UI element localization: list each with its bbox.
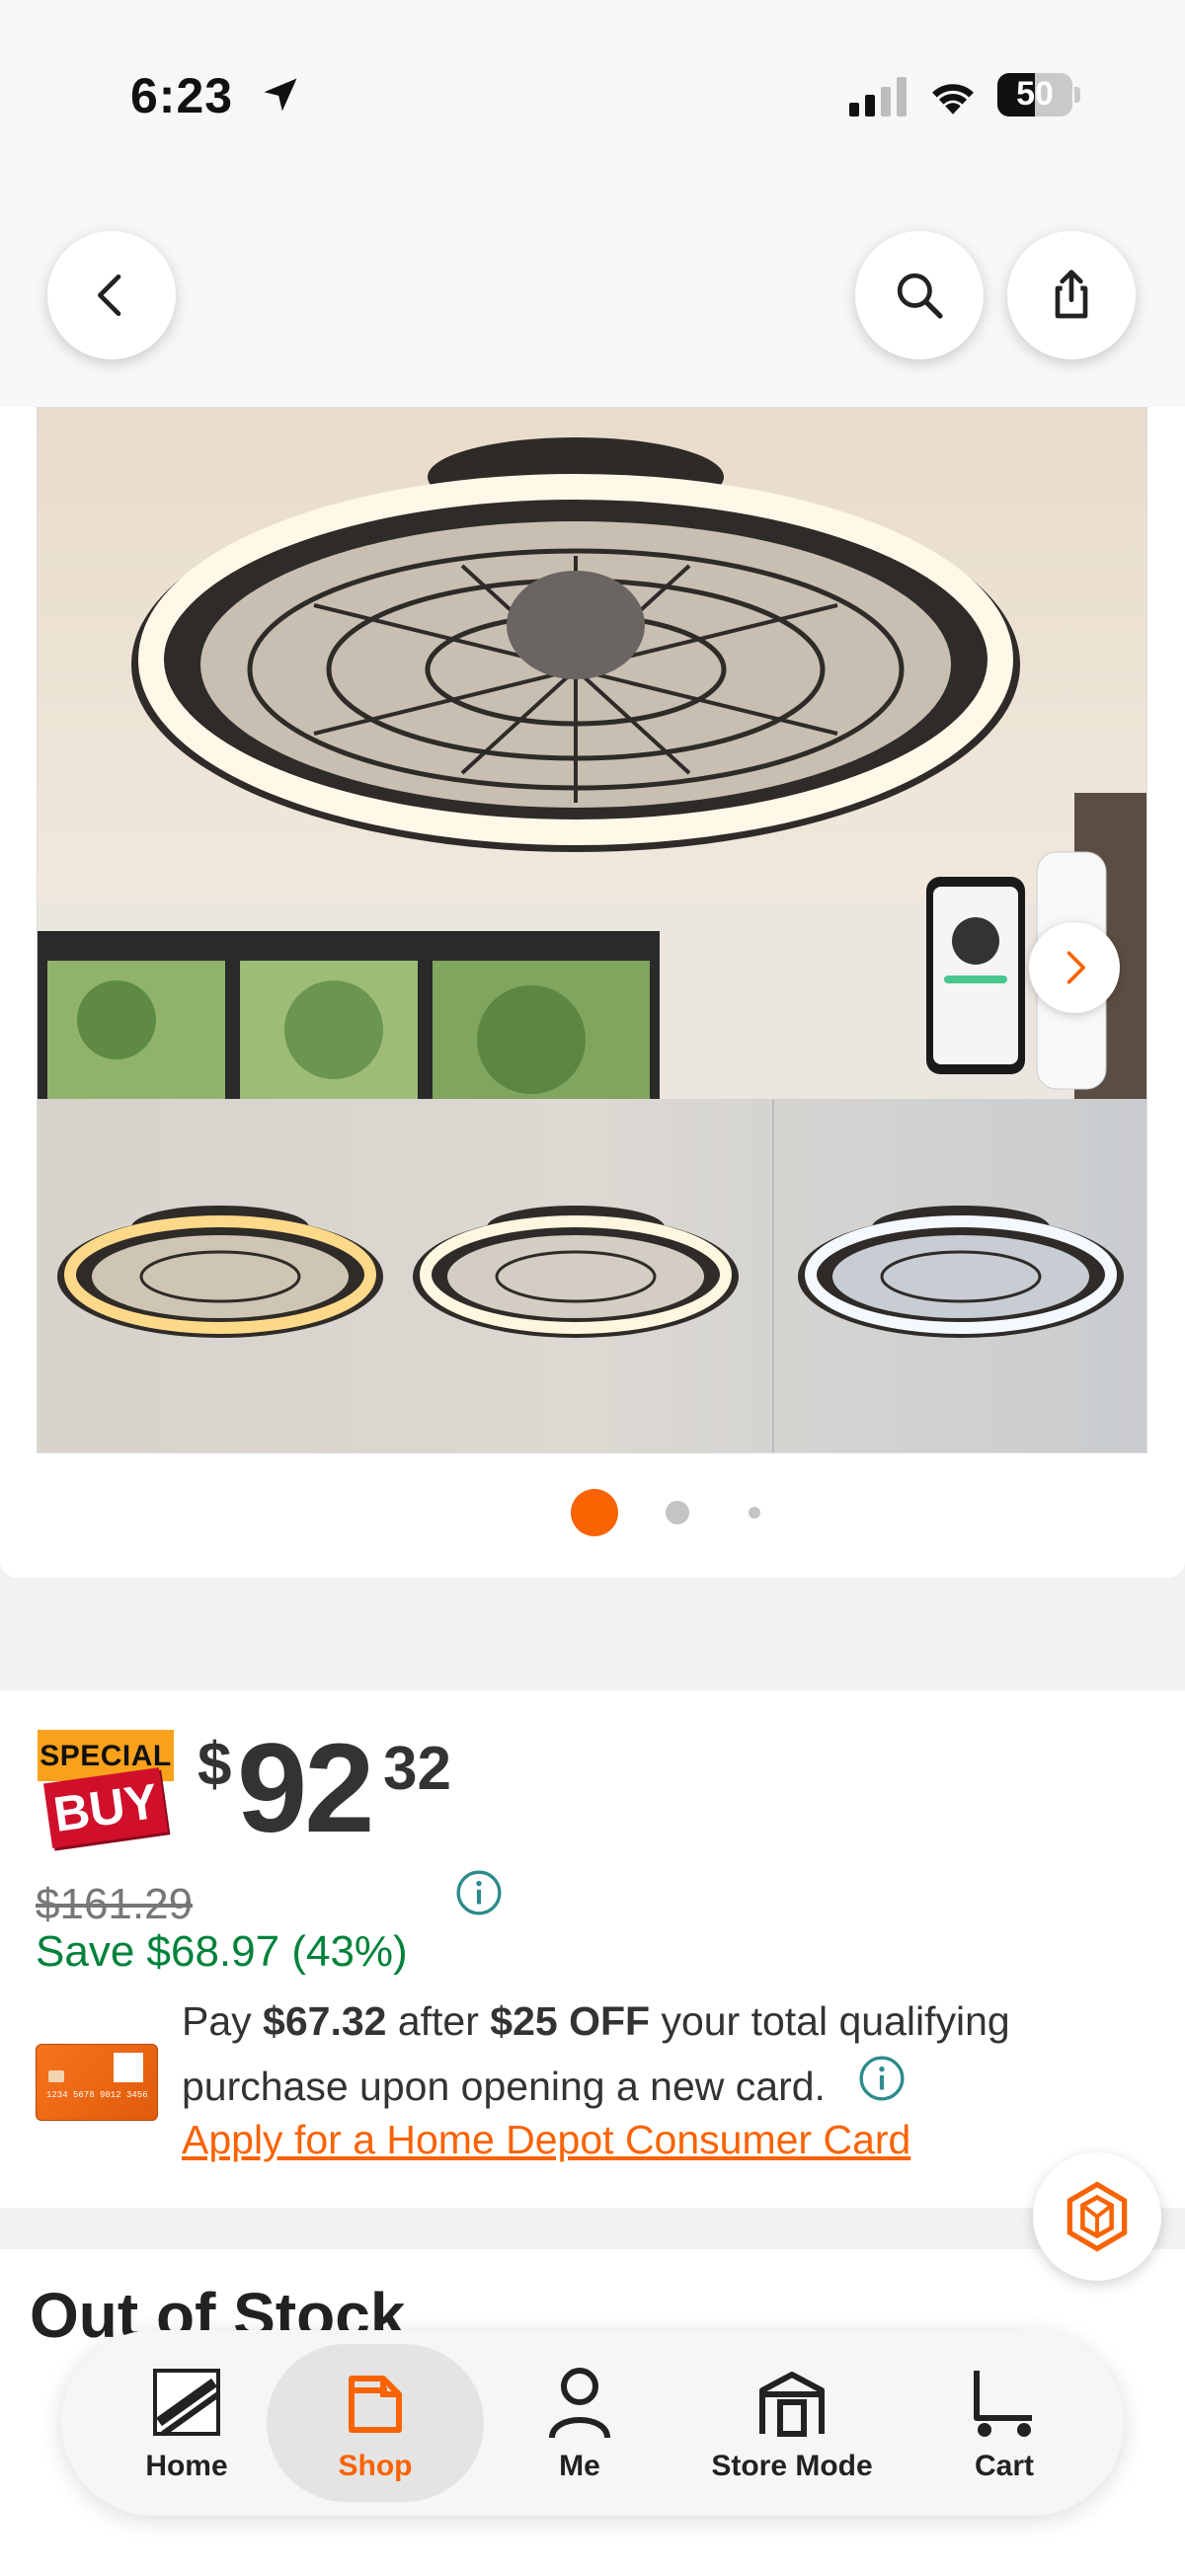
was-price: $161.29: [36, 1880, 194, 1928]
nav-cart[interactable]: Cart: [930, 2330, 1078, 2516]
product-header: [0, 197, 1185, 407]
nav-me[interactable]: Me: [506, 2330, 654, 2516]
image-pagination: [0, 1489, 1185, 1538]
chevron-right-icon: [1066, 951, 1085, 984]
person-icon: [549, 2368, 610, 2439]
shop-icon: [349, 2376, 402, 2433]
savings-text: Save $68.97 (43%): [36, 1927, 408, 1976]
wifi-icon: [932, 84, 974, 115]
price-section: SPECIAL BUY $ 92 32 $161.29 Save $68.97 …: [0, 1690, 1185, 2208]
back-button[interactable]: [47, 231, 176, 359]
share-icon: [1055, 270, 1088, 319]
consumer-card-image: 1234 5678 9012 3456: [36, 2044, 158, 2121]
price-cents: 32: [383, 1735, 451, 1803]
price-dollars: 92: [237, 1718, 374, 1859]
nav-shop[interactable]: Shop: [267, 2344, 484, 2502]
battery-level: 50: [1016, 75, 1054, 113]
home-depot-logo-icon: [153, 2369, 220, 2437]
special-buy-badge: SPECIAL BUY: [38, 1730, 178, 1856]
home-depot-logo-icon: [114, 2053, 143, 2082]
card-offer-text: Pay $67.32 after $25 OFF your total qual…: [182, 1998, 1010, 2109]
store-icon: [759, 2372, 825, 2437]
assistant-button[interactable]: [1033, 2152, 1161, 2281]
product-image[interactable]: [37, 407, 1147, 1453]
nav-label: Store Mode: [711, 2450, 873, 2482]
nav-home[interactable]: Home: [113, 2330, 261, 2516]
hexagon-assistant-icon: [1066, 2181, 1128, 2252]
search-icon: [897, 273, 943, 319]
apply-card-link[interactable]: Apply for a Home Depot Consumer Card: [182, 2117, 910, 2163]
ceiling-fan-illustration: [38, 408, 1146, 1452]
status-bar: 6:23 50: [0, 0, 1185, 197]
product-media-card: [0, 407, 1185, 1578]
nav-store-mode[interactable]: Store Mode: [673, 2330, 910, 2516]
pagination-dot-active[interactable]: [571, 1489, 618, 1536]
pagination-dot[interactable]: [666, 1501, 689, 1524]
nav-label: Cart: [974, 2450, 1034, 2482]
status-time: 6:23: [130, 68, 234, 123]
bottom-navigation: Home Shop Me Store Mode Cart: [61, 2330, 1124, 2516]
location-arrow-icon: [264, 78, 297, 112]
cart-icon: [974, 2371, 1032, 2437]
nav-label: Shop: [338, 2450, 413, 2482]
cellular-signal-icon: [849, 77, 907, 117]
share-button[interactable]: [1007, 231, 1136, 359]
info-icon[interactable]: [857, 2054, 907, 2103]
info-icon[interactable]: [454, 1868, 504, 1917]
nav-label: Me: [559, 2450, 600, 2482]
search-button[interactable]: [855, 231, 984, 359]
nav-label: Home: [145, 2450, 228, 2482]
pagination-dot[interactable]: [749, 1507, 760, 1519]
next-image-button[interactable]: [1029, 922, 1120, 1013]
chevron-left-icon: [98, 274, 121, 316]
battery-icon: 50: [997, 73, 1080, 117]
price-currency: $: [198, 1731, 232, 1799]
